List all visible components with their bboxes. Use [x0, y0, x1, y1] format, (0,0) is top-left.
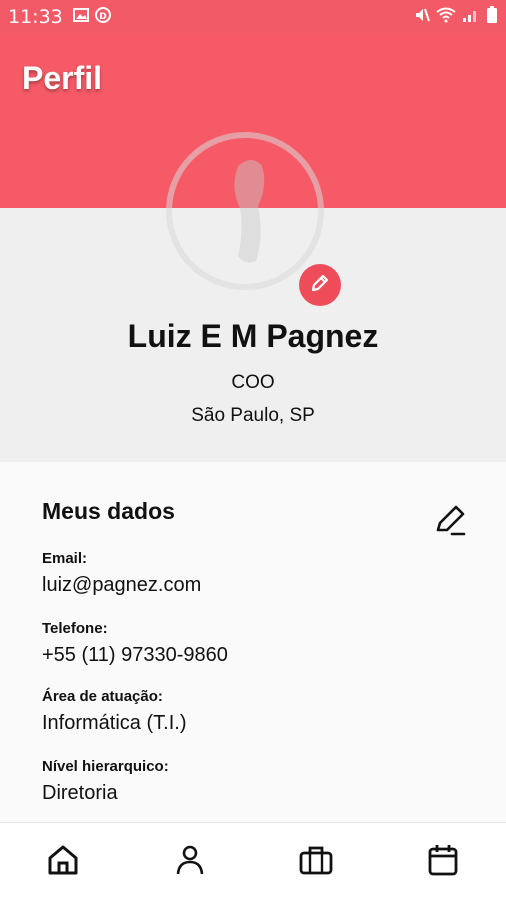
calendar-icon: [426, 843, 460, 882]
area-value: Informática (T.I.): [42, 712, 187, 734]
nav-work[interactable]: [286, 832, 346, 892]
person-icon: [173, 843, 207, 882]
area-label: Área de atuação:: [42, 688, 163, 705]
status-time: 11:33: [8, 6, 63, 28]
phone-value: +55 (11) 97330-9860: [42, 644, 228, 666]
profile-role: COO: [231, 372, 275, 393]
section-title: Meus dados: [42, 498, 175, 524]
wifi-icon: [436, 7, 456, 28]
signal-icon: [462, 7, 480, 28]
hierarchy-label: Nível hierarquico:: [42, 758, 169, 775]
edit-avatar-button[interactable]: [299, 264, 341, 306]
d-app-icon: D: [94, 6, 111, 28]
nav-profile[interactable]: [160, 832, 220, 892]
bottom-nav: [0, 822, 506, 901]
edit-data-button[interactable]: [432, 504, 468, 540]
briefcase-icon: [298, 843, 334, 882]
pencil-icon: [309, 272, 331, 299]
page-title: Perfil: [22, 60, 103, 96]
home-icon: [46, 843, 80, 882]
svg-text:D: D: [99, 12, 106, 22]
email-value: luiz@pagnez.com: [42, 574, 202, 596]
edit-icon: [432, 505, 468, 544]
my-data-card: Meus dados Email: luiz@pagnez.com Telefo…: [0, 462, 506, 822]
nav-calendar[interactable]: [413, 832, 473, 892]
status-bar: 11:33 D: [0, 0, 506, 34]
profile-location: São Paulo, SP: [191, 405, 315, 426]
mute-icon: [414, 7, 430, 28]
phone-label: Telefone:: [42, 620, 108, 637]
image-icon: [72, 7, 89, 27]
hierarchy-value: Diretoria: [42, 782, 118, 804]
email-label: Email:: [42, 550, 88, 567]
nav-home[interactable]: [33, 832, 93, 892]
battery-icon: [486, 5, 498, 29]
profile-name: Luiz E M Pagnez: [127, 318, 379, 354]
